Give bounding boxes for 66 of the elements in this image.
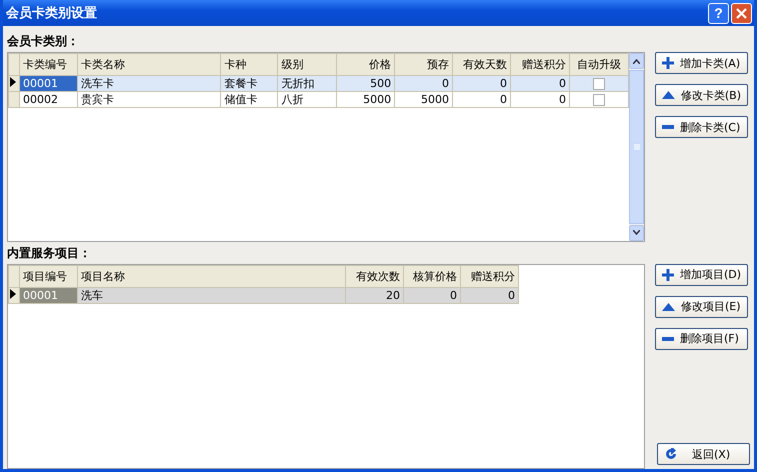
triangle-up-icon [662,302,675,311]
table-cell: 0 [452,92,510,108]
column-header[interactable]: 有效天数 [452,54,510,76]
scrollbar[interactable] [629,53,644,241]
column-header[interactable]: 卡类名称 [77,54,221,76]
action-button[interactable]: 增加项目(D) [655,264,748,286]
column-header[interactable]: 级别 [278,54,337,76]
table-cell: 0 [510,76,570,92]
table-row[interactable]: 00001 洗车卡 套餐卡 无折扣 500 0 0 0 [8,76,628,92]
table-cell: 0 [460,287,518,304]
column-header[interactable]: 卡种 [220,54,278,76]
return-arrow-icon [664,448,678,460]
table-cell: 0 [510,92,570,108]
minus-icon [662,125,674,129]
table-cell: 500 [336,76,395,92]
table-cell: 洗车 [78,287,346,304]
table-cell: 20 [346,287,404,304]
plus-icon [662,57,674,69]
table-cell: 0 [404,287,460,304]
grip-icon[interactable] [634,144,640,150]
table-cell: 洗车卡 [77,76,221,92]
checkbox[interactable] [592,94,605,106]
column-header[interactable]: 自动升级 [569,54,628,76]
action-button[interactable]: 删除卡类(C) [655,116,748,138]
column-header[interactable]: 预存 [394,54,453,76]
window-title: 会员卡类别设置 [6,5,97,22]
table-cell: 贵宾卡 [77,92,221,108]
table-cell: 5000 [336,92,395,108]
chevron-up-icon[interactable] [633,58,640,64]
action-button[interactable]: 增加卡类(A) [655,52,748,74]
plus-icon [662,268,674,281]
column-header[interactable]: 项目编号 [20,265,78,288]
action-button[interactable]: 修改项目(E) [655,296,748,318]
table-cell: 0 [394,76,453,92]
table-cell: 00001 [19,76,78,92]
row-pointer-icon [10,288,16,299]
chevron-down-icon[interactable] [633,230,640,236]
action-button[interactable]: 修改卡类(B) [655,84,748,106]
checkbox[interactable] [592,78,605,90]
action-button[interactable]: 删除项目(F) [655,328,748,350]
section-label: 会员卡类别： [7,33,80,50]
column-header[interactable]: 卡类编号 [19,54,78,76]
table-cell: 无折扣 [278,76,337,92]
close-icon[interactable] [736,8,747,18]
table-row[interactable]: 00001 洗车 20 0 0 [8,287,518,304]
table-cell: 套餐卡 [220,76,278,92]
column-header[interactable]: 有效次数 [346,265,404,288]
column-header[interactable]: 价格 [336,54,395,76]
table-cell: 0 [452,76,510,92]
table-cell: 00001 [20,287,78,304]
table-cell: 八折 [278,92,337,108]
column-header[interactable]: 项目名称 [78,265,346,288]
column-header[interactable]: 核算价格 [404,265,460,288]
table-cell: 00002 [19,92,78,108]
column-header[interactable]: 赠送积分 [460,265,518,288]
close-button[interactable] [731,2,752,24]
table-row[interactable]: 00002 贵宾卡 储值卡 八折 5000 5000 0 0 [8,92,628,108]
table-cell: 储值卡 [220,92,278,108]
triangle-up-icon [662,91,675,99]
column-header[interactable]: 赠送积分 [510,54,570,76]
row-pointer-icon [10,77,16,87]
section-label: 内置服务项目： [7,244,92,262]
back-button[interactable]: 返回(X) [657,443,750,465]
help-button[interactable]: ? [708,2,729,24]
minus-icon [662,336,674,341]
table-cell: 5000 [394,92,453,108]
